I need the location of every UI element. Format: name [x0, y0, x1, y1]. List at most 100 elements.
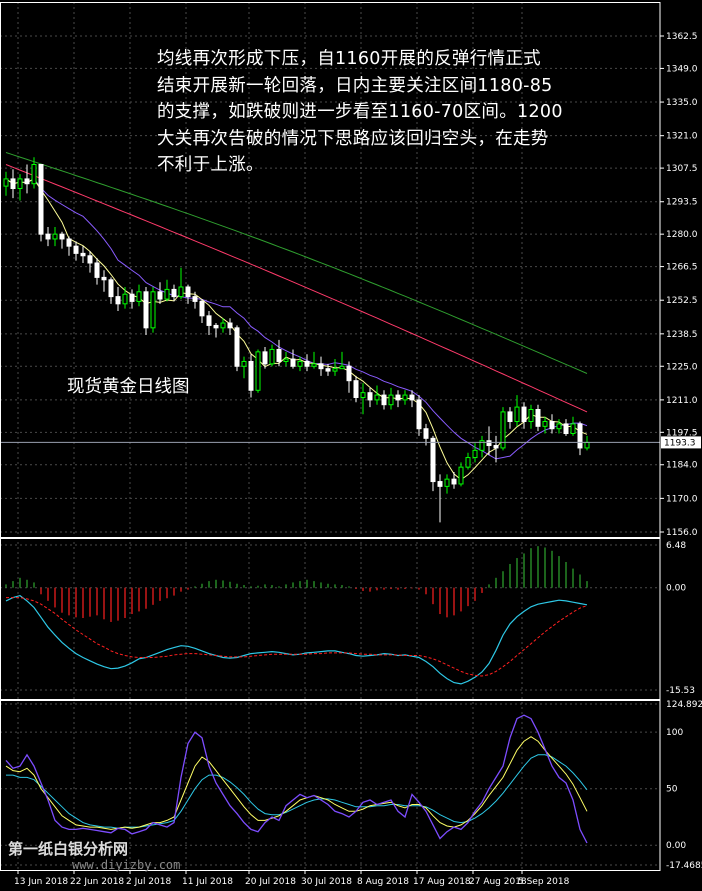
macd-tick-label: 0.00: [666, 584, 686, 594]
candle-body: [521, 406, 527, 423]
candle-body: [514, 406, 520, 423]
candle-body: [157, 291, 163, 300]
y-tick-label: 1225.0: [666, 362, 698, 372]
candle-body: [409, 394, 415, 401]
analysis-line: 不利于上涨。: [157, 155, 264, 175]
x-tick-label: 13 Jun 2018: [14, 877, 68, 887]
candle-body: [80, 252, 86, 257]
candle-body: [528, 409, 534, 423]
candle-body: [458, 466, 464, 485]
candle-body: [52, 233, 58, 240]
stoch-tick-label: 50: [666, 785, 678, 795]
candle-body: [577, 423, 583, 449]
candle-body: [185, 286, 191, 298]
x-tick-label: 30 Jul 2018: [301, 877, 352, 887]
candle-body: [374, 394, 380, 401]
panel-border: [0, 538, 661, 700]
watermark-name: 第一纸白银分析网: [8, 840, 129, 858]
candle-body: [395, 394, 401, 401]
candle-body: [129, 293, 135, 302]
candle-body: [563, 423, 569, 435]
stochastic-panel: [5, 714, 588, 844]
candle-body: [17, 178, 23, 190]
candle-body: [248, 360, 254, 391]
x-tick-label: 2 Jul 2018: [126, 877, 171, 887]
candle-body: [255, 351, 261, 391]
candle-body: [507, 411, 513, 423]
candle-body: [234, 327, 240, 367]
candle-body: [164, 288, 170, 300]
candle-body: [171, 288, 177, 298]
stoch-tick-label: 0.00: [666, 841, 686, 851]
candle-body: [115, 296, 121, 305]
candle-body: [367, 392, 373, 401]
candle-body: [535, 409, 541, 427]
candle-body: [493, 445, 499, 449]
x-tick-label: 5 Sep 2018: [518, 877, 570, 887]
stoch-tick-label: 124.8922: [666, 700, 702, 710]
candle-body: [108, 279, 114, 298]
macd-panel: [5, 546, 588, 685]
y-tick-label: 1349.0: [666, 64, 698, 74]
candle-body: [353, 380, 359, 398]
macd-tick-label: 6.48: [666, 541, 686, 551]
candle-body: [66, 238, 72, 247]
analysis-note: 均线再次形成下压，自1160开展的反弹行情正式 结束开展新一轮回落，日内主要关注…: [157, 46, 627, 179]
x-tick-label: 11 Jul 2018: [182, 877, 233, 887]
candle-body: [402, 394, 408, 401]
candle-body: [262, 351, 268, 365]
x-axis: 13 Jun 2018 22 Jun 2018 2 Jul 2018 11 Jul 2…: [14, 870, 570, 887]
candle-body: [388, 394, 394, 406]
candle-body: [143, 291, 149, 329]
y-tick-label: 1335.0: [666, 98, 698, 108]
candle-body: [10, 178, 16, 190]
candle-body: [227, 322, 233, 329]
y-tick-label: 1184.0: [666, 461, 698, 471]
current-price-label: 1193.3: [664, 438, 696, 448]
y-tick-label: 1307.5: [666, 164, 698, 174]
candle-body: [318, 363, 324, 370]
y-tick-label: 1280.0: [666, 230, 698, 240]
price-panel: [0, 152, 660, 523]
candle-body: [31, 164, 37, 185]
candle-body: [150, 291, 156, 329]
stoch-tick-label: 100: [666, 728, 683, 738]
moving-average-long: [5, 152, 588, 374]
analysis-line: 的支撑，如跌破则进一步看至1160-70区间。1200: [157, 102, 563, 122]
candle-body: [486, 440, 492, 447]
y-axis: 1362.5 1349.0 1335.0 1321.0 1307.5 1293.5 1280…: [660, 32, 702, 871]
candle-body: [192, 296, 198, 302]
watermark-url: www.diyizby.com: [72, 858, 181, 872]
candle-body: [122, 293, 128, 305]
candle-body: [430, 437, 436, 483]
y-tick-label: 1211.0: [666, 396, 698, 406]
candle-body: [542, 421, 548, 427]
chart-caption: 现货黄金日线图: [67, 377, 190, 397]
candle-body: [269, 348, 275, 365]
candle-body: [206, 315, 212, 326]
stoch-fast-line: [5, 736, 588, 830]
candle-body: [311, 363, 317, 367]
candle-body: [304, 360, 310, 367]
candle-body: [38, 164, 44, 235]
analysis-line: 均线再次形成下压，自1160开展的反弹行情正式: [157, 49, 541, 69]
candle-body: [45, 233, 51, 240]
candle-body: [423, 428, 429, 439]
analysis-line: 大关再次告破的情况下思路应该回归空头，在走势: [157, 128, 549, 149]
candle-body: [136, 291, 142, 302]
y-tick-label: 1156.0: [666, 528, 698, 538]
candle-body: [199, 300, 205, 317]
candle-body: [556, 423, 562, 430]
candle-body: [346, 365, 352, 382]
y-tick-label: 1252.5: [666, 296, 698, 306]
candle-body: [276, 348, 282, 362]
candle-body: [437, 481, 443, 487]
analysis-line: 结束开展新一轮回落，日内主要关注区间1180-85: [157, 75, 553, 96]
candle-body: [241, 360, 247, 367]
candle-body: [584, 441, 590, 449]
y-tick-label: 1238.5: [666, 330, 698, 340]
candle-body: [472, 449, 478, 459]
candle-body: [360, 392, 366, 398]
candle-body: [325, 368, 331, 372]
candle-body: [59, 233, 65, 240]
